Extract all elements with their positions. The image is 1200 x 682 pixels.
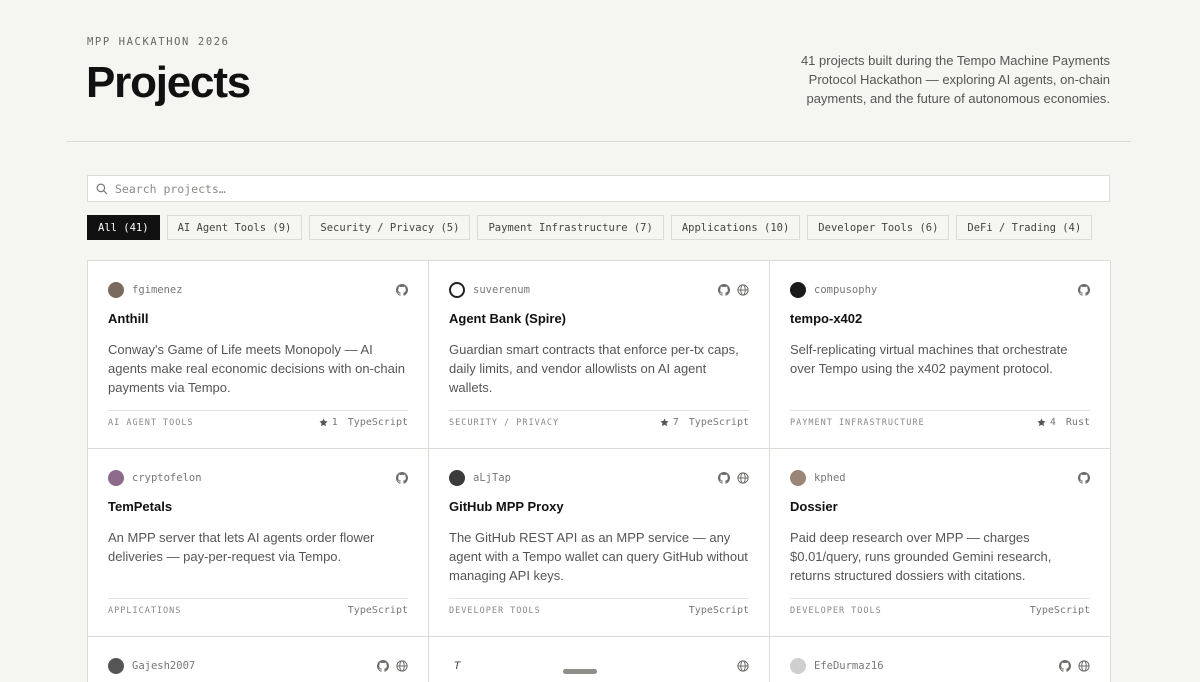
star-count: 7: [672, 417, 679, 428]
author-username[interactable]: EfeDurmaz16: [814, 660, 884, 672]
avatar: [790, 281, 806, 298]
filter-all[interactable]: All (41): [87, 215, 160, 240]
filter-ai-agent-tools[interactable]: AI Agent Tools (9): [166, 215, 303, 240]
filter-developer-tools[interactable]: Developer Tools (6): [807, 215, 950, 240]
project-name[interactable]: Anthill: [108, 311, 408, 326]
avatar: [108, 657, 124, 674]
project-description: Conway's Game of Life meets Monopoly — A…: [108, 342, 405, 395]
project-card[interactable]: kphed Dossier Paid deep research over MP…: [770, 449, 1111, 637]
project-card[interactable]: Gajesh2007: [88, 637, 429, 682]
project-card[interactable]: EfeDurmaz16: [770, 637, 1111, 682]
github-icon[interactable]: [396, 472, 408, 484]
category-filters: All (41) AI Agent Tools (9) Security / P…: [87, 215, 1093, 240]
search-bar[interactable]: [87, 175, 1110, 202]
project-category: PAYMENT INFRASTRUCTURE: [790, 417, 925, 428]
project-language: TypeScript: [1029, 605, 1090, 616]
search-input[interactable]: [115, 181, 1109, 196]
filter-defi-trading[interactable]: DeFi / Trading (4): [956, 215, 1093, 240]
project-description: Guardian smart contracts that enforce pe…: [449, 342, 739, 395]
github-icon[interactable]: [718, 472, 730, 484]
project-category: AI AGENT TOOLS: [108, 417, 194, 428]
github-icon[interactable]: [1059, 660, 1071, 672]
project-language: TypeScript: [347, 605, 408, 616]
globe-icon[interactable]: [737, 284, 749, 296]
globe-icon[interactable]: [737, 660, 749, 672]
project-card[interactable]: compusophy tempo-x402 Self-replicating v…: [770, 261, 1111, 449]
filter-applications[interactable]: Applications (10): [670, 215, 801, 240]
project-name[interactable]: TemPetals: [108, 499, 408, 514]
github-icon[interactable]: [718, 284, 730, 296]
author-username[interactable]: kphed: [814, 472, 846, 484]
project-description: The GitHub REST API as an MPP service — …: [449, 530, 748, 583]
project-name[interactable]: GitHub MPP Proxy: [449, 499, 749, 514]
globe-icon[interactable]: [1078, 660, 1090, 672]
page-eyebrow: MPP HACKATHON 2026: [87, 36, 230, 48]
project-language: Rust: [1065, 417, 1090, 428]
project-card[interactable]: fgimenez Anthill Conway's Game of Life m…: [88, 261, 429, 449]
star-icon: [319, 418, 328, 427]
project-category: APPLICATIONS: [108, 605, 182, 616]
project-card[interactable]: aLjTap GitHub MPP Proxy The GitHub REST …: [429, 449, 770, 637]
author-username[interactable]: suverenum: [473, 284, 530, 296]
project-card[interactable]: cryptofelon TemPetals An MPP server that…: [88, 449, 429, 637]
github-icon[interactable]: [1078, 472, 1090, 484]
project-name[interactable]: Dossier: [790, 499, 1090, 514]
header-divider: [67, 141, 1131, 142]
project-card[interactable]: suverenum Agent Bank (Spire) Guardian sm…: [429, 261, 770, 449]
avatar: [108, 281, 124, 298]
star-icon: [1037, 418, 1046, 427]
globe-icon[interactable]: [396, 660, 408, 672]
avatar: [790, 657, 806, 674]
github-icon[interactable]: [396, 284, 408, 296]
github-icon[interactable]: [377, 660, 389, 672]
project-name[interactable]: tempo-x402: [790, 311, 1090, 326]
project-description: An MPP server that lets AI agents order …: [108, 530, 375, 564]
avatar: [790, 469, 806, 486]
avatar: [108, 469, 124, 486]
avatar: [449, 469, 465, 486]
project-category: DEVELOPER TOOLS: [790, 605, 882, 616]
project-description: Paid deep research over MPP — charges $0…: [790, 530, 1052, 583]
scroll-indicator[interactable]: [563, 669, 597, 674]
avatar: T: [453, 659, 461, 672]
author-username[interactable]: fgimenez: [132, 284, 183, 296]
project-card[interactable]: T: [429, 637, 770, 682]
globe-icon[interactable]: [737, 472, 749, 484]
project-category: SECURITY / PRIVACY: [449, 417, 560, 428]
author-username[interactable]: cryptofelon: [132, 472, 202, 484]
author-username[interactable]: aLjTap: [473, 472, 511, 484]
filter-payment-infrastructure[interactable]: Payment Infrastructure (7): [477, 215, 664, 240]
project-category: DEVELOPER TOOLS: [449, 605, 541, 616]
project-language: TypeScript: [688, 605, 749, 616]
page-title: Projects: [86, 58, 251, 107]
star-icon: [660, 418, 669, 427]
star-count: 1: [331, 417, 338, 428]
project-language: TypeScript: [688, 417, 749, 428]
project-description: Self-replicating virtual machines that o…: [790, 342, 1068, 376]
project-language: TypeScript: [347, 417, 408, 428]
project-grid: fgimenez Anthill Conway's Game of Life m…: [87, 260, 1111, 682]
star-count: 4: [1049, 417, 1056, 428]
filter-security-privacy[interactable]: Security / Privacy (5): [309, 215, 471, 240]
page-intro: 41 projects built during the Tempo Machi…: [800, 53, 1110, 106]
avatar: [449, 281, 465, 298]
author-username[interactable]: compusophy: [814, 284, 877, 296]
author-username[interactable]: Gajesh2007: [132, 660, 195, 672]
project-name[interactable]: Agent Bank (Spire): [449, 311, 749, 326]
github-icon[interactable]: [1078, 284, 1090, 296]
search-icon: [96, 183, 108, 195]
